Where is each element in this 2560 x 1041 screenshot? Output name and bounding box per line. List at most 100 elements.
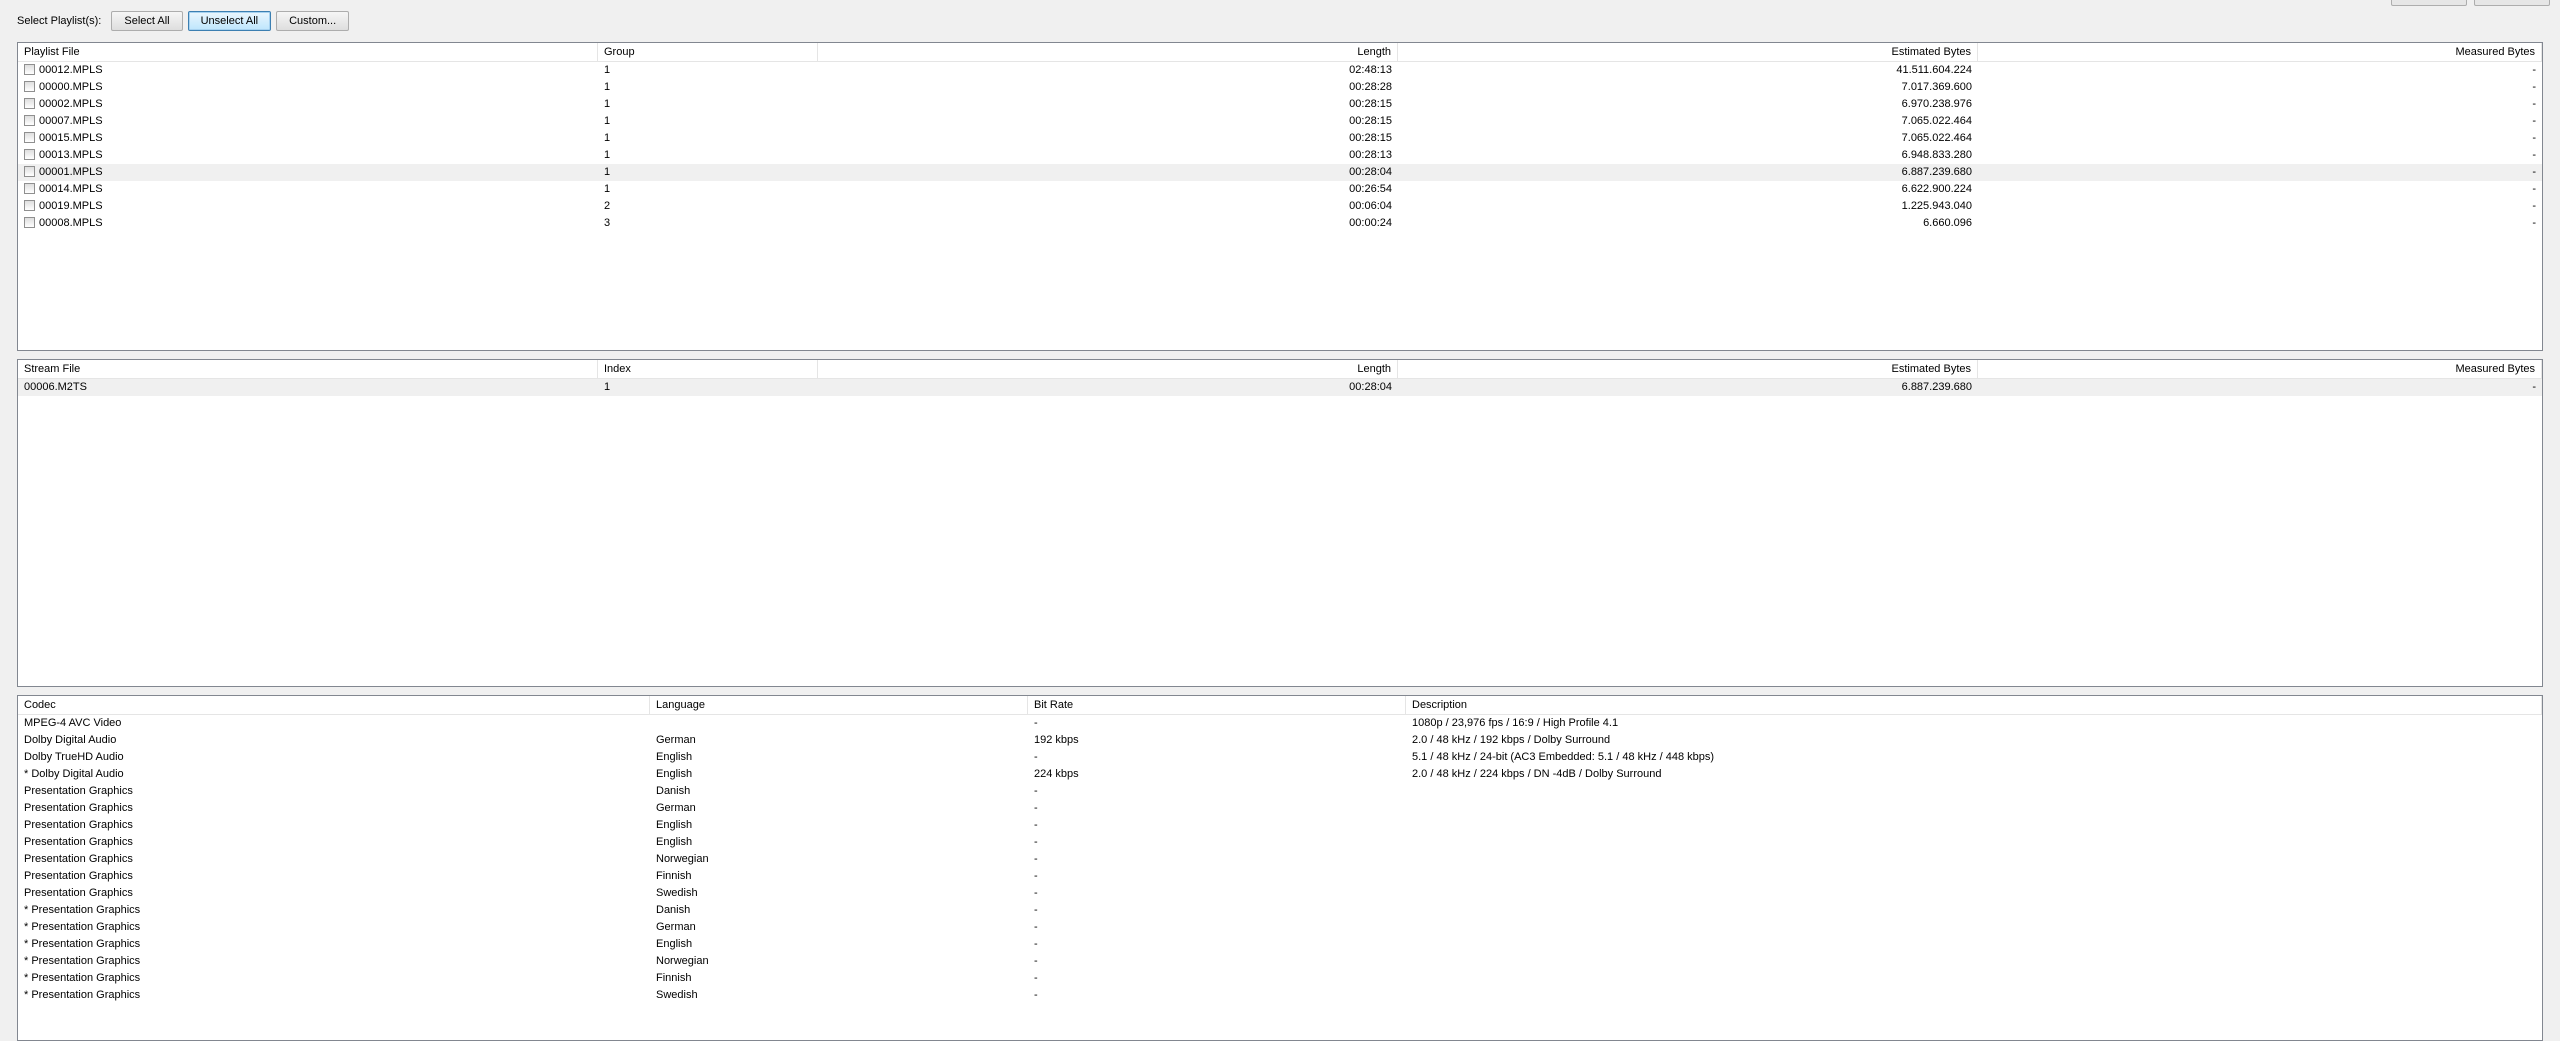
language-cell: Danish: [656, 904, 691, 916]
codec-list[interactable]: Codec Language Bit Rate Description MPEG…: [17, 695, 2543, 1041]
length-cell: 00:06:04: [1349, 200, 1392, 212]
playlist-checkbox[interactable]: [24, 98, 35, 109]
playlist-checkbox[interactable]: [24, 217, 35, 228]
table-row[interactable]: 00002.MPLS 1 00:28:15 6.970.238.976 -: [18, 96, 2542, 113]
codec-rows: MPEG-4 AVC Video - 1080p / 23,976 fps / 16…: [18, 715, 2542, 1004]
playlist-checkbox[interactable]: [24, 183, 35, 194]
col-group[interactable]: Group: [598, 43, 818, 61]
language-cell: English: [656, 938, 693, 950]
playlist-file: 00007.MPLS: [39, 115, 103, 127]
estimated-bytes-cell: 6.887.239.680: [1901, 166, 1972, 178]
col-measured-bytes[interactable]: Measured Bytes: [1978, 43, 2542, 61]
group-cell: 1: [604, 132, 611, 144]
description-cell: [1406, 817, 2542, 834]
measured-bytes-cell: -: [2532, 381, 2536, 393]
top-right-button-2[interactable]: [2474, 0, 2550, 6]
playlist-list-header: Playlist File Group Length Estimated Byt…: [18, 43, 2542, 62]
col-estimated-bytes[interactable]: Estimated Bytes: [1398, 43, 1978, 61]
col-length[interactable]: Length: [818, 43, 1398, 61]
col-language[interactable]: Language: [650, 696, 1028, 714]
playlist-file-cell: 00012.MPLS: [18, 62, 598, 79]
bit-rate-cell: -: [1034, 887, 1038, 899]
table-row[interactable]: 00000.MPLS 1 00:28:28 7.017.369.600 -: [18, 79, 2542, 96]
table-row[interactable]: Presentation Graphics German -: [18, 800, 2542, 817]
table-row[interactable]: MPEG-4 AVC Video - 1080p / 23,976 fps / 16…: [18, 715, 2542, 732]
col-playlist-file[interactable]: Playlist File: [18, 43, 598, 61]
description-cell: [1406, 953, 2542, 970]
description-cell: [1406, 885, 2542, 902]
table-row[interactable]: 00001.MPLS 1 00:28:04 6.887.239.680 -: [18, 164, 2542, 181]
length-cell: 00:28:04: [1349, 166, 1392, 178]
playlist-file-cell: 00007.MPLS: [18, 113, 598, 130]
col-length[interactable]: Length: [818, 360, 1398, 378]
table-row[interactable]: * Presentation Graphics Swedish -: [18, 987, 2542, 1004]
playlist-file-cell: 00000.MPLS: [18, 79, 598, 96]
table-row[interactable]: Presentation Graphics English -: [18, 834, 2542, 851]
length-cell: 00:26:54: [1349, 183, 1392, 195]
playlist-toolbar: Select Playlist(s): Select All Unselect …: [17, 10, 354, 32]
col-estimated-bytes[interactable]: Estimated Bytes: [1398, 360, 1978, 378]
table-row[interactable]: 00013.MPLS 1 00:28:13 6.948.833.280 -: [18, 147, 2542, 164]
table-row[interactable]: 00015.MPLS 1 00:28:15 7.065.022.464 -: [18, 130, 2542, 147]
playlist-checkbox[interactable]: [24, 81, 35, 92]
bit-rate-cell: 224 kbps: [1034, 768, 1079, 780]
playlist-file: 00014.MPLS: [39, 183, 103, 195]
table-row[interactable]: Presentation Graphics Swedish -: [18, 885, 2542, 902]
length-cell: 00:00:24: [1349, 217, 1392, 229]
col-index[interactable]: Index: [598, 360, 818, 378]
table-row[interactable]: Presentation Graphics Danish -: [18, 783, 2542, 800]
table-row[interactable]: Presentation Graphics Norwegian -: [18, 851, 2542, 868]
table-row[interactable]: Dolby TrueHD Audio English - 5.1 / 48 kHz /…: [18, 749, 2542, 766]
language-cell: Swedish: [656, 989, 698, 1001]
table-row[interactable]: 00014.MPLS 1 00:26:54 6.622.900.224 -: [18, 181, 2542, 198]
custom-button[interactable]: Custom...: [276, 11, 350, 31]
select-all-button[interactable]: Select All: [111, 11, 183, 31]
measured-bytes-cell: -: [2532, 183, 2536, 195]
description-cell: 2.0 / 48 kHz / 192 kbps / Dolby Surround: [1412, 734, 1611, 746]
table-row[interactable]: 00006.M2TS 1 00:28:04 6.887.239.680 -: [18, 379, 2542, 396]
table-row[interactable]: 00008.MPLS 3 00:00:24 6.660.096 -: [18, 215, 2542, 232]
col-description[interactable]: Description: [1406, 696, 2542, 714]
playlist-checkbox[interactable]: [24, 115, 35, 126]
description-cell: 5.1 / 48 kHz / 24-bit (AC3 Embedded: 5.1…: [1412, 751, 1715, 763]
bit-rate-cell: -: [1034, 989, 1038, 1001]
table-row[interactable]: * Dolby Digital Audio English 224 kbps 2.0 …: [18, 766, 2542, 783]
stream-list[interactable]: Stream File Index Length Estimated Bytes…: [17, 359, 2543, 687]
playlist-checkbox[interactable]: [24, 166, 35, 177]
codec-cell: Presentation Graphics: [24, 819, 133, 831]
table-row[interactable]: 00019.MPLS 2 00:06:04 1.225.943.040 -: [18, 198, 2542, 215]
playlist-file-cell: 00001.MPLS: [18, 164, 598, 181]
estimated-bytes-cell: 1.225.943.040: [1901, 200, 1972, 212]
top-right-button-1[interactable]: [2391, 0, 2467, 6]
playlist-checkbox[interactable]: [24, 149, 35, 160]
description-cell: [1406, 970, 2542, 987]
table-row[interactable]: * Presentation Graphics German -: [18, 919, 2542, 936]
table-row[interactable]: 00007.MPLS 1 00:28:15 7.065.022.464 -: [18, 113, 2542, 130]
col-codec[interactable]: Codec: [18, 696, 650, 714]
table-row[interactable]: Presentation Graphics English -: [18, 817, 2542, 834]
col-stream-file[interactable]: Stream File: [18, 360, 598, 378]
measured-bytes-cell: -: [2532, 81, 2536, 93]
group-cell: 1: [604, 81, 611, 93]
table-row[interactable]: * Presentation Graphics Danish -: [18, 902, 2542, 919]
playlist-file-cell: 00008.MPLS: [18, 215, 598, 232]
table-row[interactable]: * Presentation Graphics English -: [18, 936, 2542, 953]
playlist-checkbox[interactable]: [24, 132, 35, 143]
col-bit-rate[interactable]: Bit Rate: [1028, 696, 1406, 714]
table-row[interactable]: 00012.MPLS 1 02:48:13 41.511.604.224 -: [18, 62, 2542, 79]
table-row[interactable]: * Presentation Graphics Norwegian -: [18, 953, 2542, 970]
table-row[interactable]: Dolby Digital Audio German 192 kbps 2.0 / 4…: [18, 732, 2542, 749]
measured-bytes-cell: -: [2532, 132, 2536, 144]
table-row[interactable]: * Presentation Graphics Finnish -: [18, 970, 2542, 987]
length-cell: 00:28:04: [1349, 381, 1392, 393]
unselect-all-button[interactable]: Unselect All: [187, 11, 272, 31]
language-cell: Finnish: [656, 870, 692, 882]
playlist-checkbox[interactable]: [24, 64, 35, 75]
playlist-checkbox[interactable]: [24, 200, 35, 211]
table-row[interactable]: Presentation Graphics Finnish -: [18, 868, 2542, 885]
group-cell: 2: [604, 200, 611, 212]
playlist-list[interactable]: Playlist File Group Length Estimated Byt…: [17, 42, 2543, 351]
playlist-file-cell: 00014.MPLS: [18, 181, 598, 198]
col-measured-bytes[interactable]: Measured Bytes: [1978, 360, 2542, 378]
playlist-file-cell: 00019.MPLS: [18, 198, 598, 215]
